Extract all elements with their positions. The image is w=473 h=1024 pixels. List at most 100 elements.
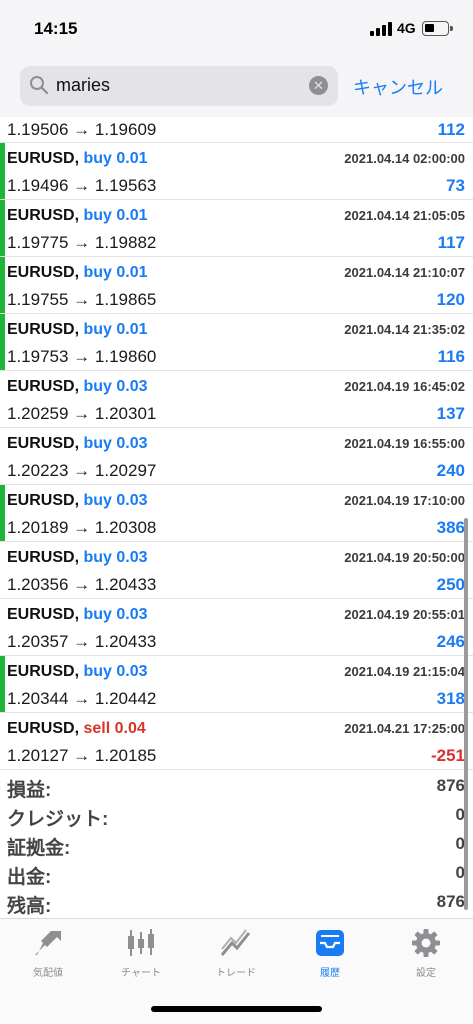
volume-label: 0.01 xyxy=(116,150,148,167)
summary-label: クレジット: xyxy=(7,809,109,830)
volume-label: 0.03 xyxy=(116,492,148,509)
trade-symbol: EURUSD, buy 0.01 xyxy=(7,207,148,225)
tab-label: トレード xyxy=(216,968,256,979)
chart-icon xyxy=(128,929,154,956)
search-field[interactable]: maries ✕ xyxy=(20,66,338,106)
tab-label: 気配値 xyxy=(33,968,63,979)
trade-side: buy 0.03 xyxy=(83,606,147,623)
clear-icon[interactable]: ✕ xyxy=(309,76,328,95)
volume-label: 0.01 xyxy=(116,321,148,338)
tab-chart[interactable]: チャート xyxy=(101,927,181,987)
trade-side: buy 0.03 xyxy=(83,549,147,566)
list-item[interactable]: EURUSD, buy 0.03 2021.04.19 16:55:00 1.202… xyxy=(0,428,473,485)
trade-symbol: EURUSD, buy 0.01 xyxy=(7,321,148,339)
symbol-name: EURUSD, xyxy=(7,378,80,395)
trade-side: buy 0.01 xyxy=(83,321,147,338)
trade-history-list: 1.19506 → 1.19609 112 EURUSD, buy 0.01 20… xyxy=(0,117,473,770)
symbol-name: EURUSD, xyxy=(7,663,80,680)
trade-profit: 120 xyxy=(436,290,465,309)
symbol-name: EURUSD, xyxy=(7,435,80,452)
tab-history[interactable]: 履歴 xyxy=(290,927,370,987)
trade-symbol: EURUSD, buy 0.03 xyxy=(7,663,148,681)
volume-label: 0.03 xyxy=(116,606,148,623)
cancel-button[interactable]: キャンセル xyxy=(353,74,443,100)
side-label: buy xyxy=(83,549,112,566)
symbol-name: EURUSD, xyxy=(7,207,80,224)
trade-prices: 1.20223 → 1.20297 xyxy=(7,461,157,480)
side-label: buy xyxy=(83,207,112,224)
trade-side: buy 0.01 xyxy=(83,207,147,224)
search-input[interactable]: maries xyxy=(56,75,110,96)
trade-prices: 1.19753 → 1.19860 xyxy=(7,347,157,366)
status-time: 14:15 xyxy=(34,19,78,38)
home-indicator[interactable] xyxy=(151,1006,322,1012)
trade-side: buy 0.01 xyxy=(83,264,147,281)
trade-symbol: EURUSD, sell 0.04 xyxy=(7,720,146,738)
volume-label: 0.03 xyxy=(116,663,148,680)
trade-datetime: 2021.04.14 21:05:05 xyxy=(344,208,465,223)
trade-datetime: 2021.04.14 02:00:00 xyxy=(344,151,465,166)
symbol-name: EURUSD, xyxy=(7,549,80,566)
trade-datetime: 2021.04.14 21:10:07 xyxy=(344,265,465,280)
trade-symbol: EURUSD, buy 0.03 xyxy=(7,492,148,510)
trade-profit: 250 xyxy=(436,575,465,594)
summary-value: 876 xyxy=(436,892,465,911)
trade-symbol: EURUSD, buy 0.03 xyxy=(7,435,148,453)
trade-prices: 1.19496 → 1.19563 xyxy=(7,176,157,195)
tab-settings[interactable]: 設定 xyxy=(386,927,466,987)
settings-icon xyxy=(412,929,440,957)
trade-side: buy 0.01 xyxy=(83,150,147,167)
list-item[interactable]: EURUSD, buy 0.01 2021.04.14 21:35:02 1.197… xyxy=(0,314,473,371)
trade-symbol: EURUSD, buy 0.03 xyxy=(7,549,148,567)
trade-side: buy 0.03 xyxy=(83,663,147,680)
volume-label: 0.03 xyxy=(116,435,148,452)
symbol-name: EURUSD, xyxy=(7,720,80,737)
side-label: buy xyxy=(83,264,112,281)
account-summary: 損益: 876 クレジット: 0 証拠金: 0 出金: 0 残高: 876 xyxy=(0,772,473,917)
list-item[interactable]: EURUSD, buy 0.03 2021.04.19 17:10:00 1.201… xyxy=(0,485,473,542)
scrollbar[interactable] xyxy=(464,518,468,910)
trade-symbol: EURUSD, buy 0.01 xyxy=(7,150,148,168)
list-item[interactable]: EURUSD, buy 0.01 2021.04.14 21:10:07 1.197… xyxy=(0,257,473,314)
list-item[interactable]: EURUSD, buy 0.01 2021.04.14 21:05:05 1.197… xyxy=(0,200,473,257)
tab-label: 履歴 xyxy=(320,968,340,979)
trade-side: buy 0.03 xyxy=(83,492,147,509)
header: 14:15 4G maries ✕ キャンセル xyxy=(0,0,473,117)
trade-datetime: 2021.04.19 16:55:00 xyxy=(344,436,465,451)
side-label: sell xyxy=(83,720,111,737)
summary-value: 876 xyxy=(436,776,465,795)
list-item[interactable]: EURUSD, buy 0.03 2021.04.19 16:45:02 1.202… xyxy=(0,371,473,428)
network-label: 4G xyxy=(397,20,416,36)
trade-symbol: EURUSD, buy 0.03 xyxy=(7,378,148,396)
trade-datetime: 2021.04.19 16:45:02 xyxy=(344,379,465,394)
side-label: buy xyxy=(83,663,112,680)
list-item[interactable]: 1.19506 → 1.19609 112 xyxy=(0,117,473,143)
tab-trade[interactable]: トレード xyxy=(196,927,276,987)
trade-datetime: 2021.04.19 17:10:00 xyxy=(344,493,465,508)
battery-icon xyxy=(422,21,453,36)
trade-prices: 1.19775 → 1.19882 xyxy=(7,233,157,252)
symbol-name: EURUSD, xyxy=(7,321,80,338)
trade-datetime: 2021.04.14 21:35:02 xyxy=(344,322,465,337)
list-item[interactable]: EURUSD, sell 0.04 2021.04.21 17:25:00 1.20… xyxy=(0,713,473,770)
trade-profit: 246 xyxy=(436,632,465,651)
summary-row: 損益: 876 xyxy=(0,772,473,801)
list-item[interactable]: EURUSD, buy 0.03 2021.04.19 20:50:00 1.203… xyxy=(0,542,473,599)
list-item[interactable]: EURUSD, buy 0.03 2021.04.19 21:15:04 1.203… xyxy=(0,656,473,713)
side-label: buy xyxy=(83,435,112,452)
trade-datetime: 2021.04.19 20:55:01 xyxy=(344,607,465,622)
symbol-name: EURUSD, xyxy=(7,264,80,281)
list-item[interactable]: EURUSD, buy 0.01 2021.04.14 02:00:00 1.194… xyxy=(0,143,473,200)
volume-label: 0.04 xyxy=(114,720,146,737)
trade-profit: 240 xyxy=(436,461,465,480)
trade-profit: 116 xyxy=(437,347,465,366)
list-item[interactable]: EURUSD, buy 0.03 2021.04.19 20:55:01 1.203… xyxy=(0,599,473,656)
tab-quotes[interactable]: 気配値 xyxy=(8,927,88,987)
trade-prices: 1.20189 → 1.20308 xyxy=(7,518,157,537)
trade-prices: 1.20259 → 1.20301 xyxy=(7,404,157,423)
trade-datetime: 2021.04.19 21:15:04 xyxy=(344,664,465,679)
trade-side: buy 0.03 xyxy=(83,378,147,395)
trade-side: buy 0.03 xyxy=(83,435,147,452)
history-icon xyxy=(316,930,344,956)
trade-profit: 318 xyxy=(436,689,465,708)
